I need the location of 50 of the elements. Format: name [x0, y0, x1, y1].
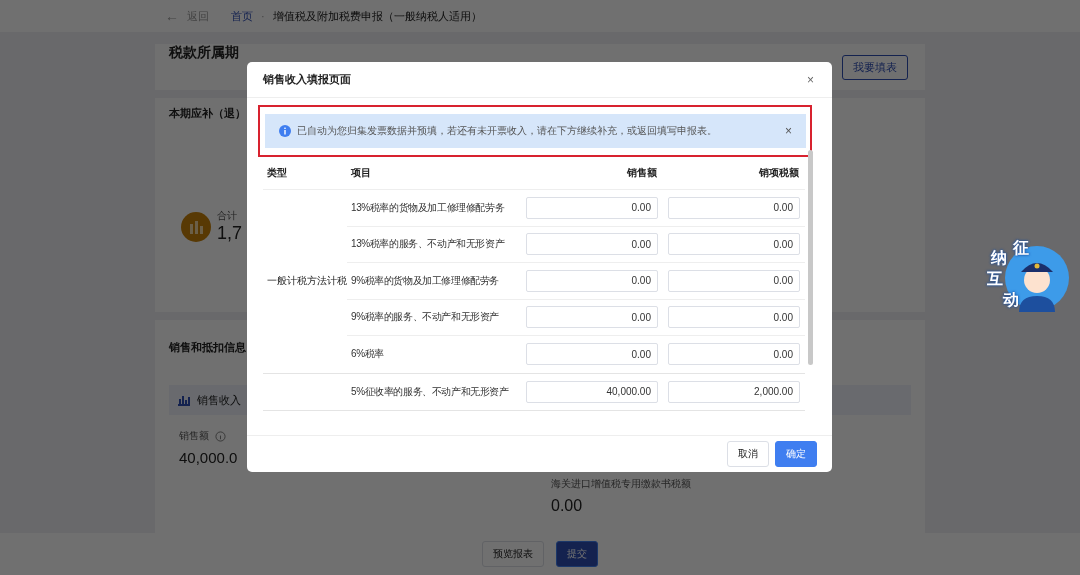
table-cell-text: 6%税率: [350, 347, 385, 362]
column-header: 项目: [350, 166, 372, 180]
column-header: 销售额: [626, 166, 658, 180]
chart-icon: [177, 394, 191, 406]
total-value: 1,7: [217, 223, 243, 244]
amount-field[interactable]: 0.00: [526, 306, 658, 329]
info-icon[interactable]: [215, 430, 226, 442]
column-header: 销项税额: [758, 166, 800, 180]
sales-tab[interactable]: 销售收入: [197, 392, 241, 408]
amount-field[interactable]: 0.00: [668, 306, 800, 329]
widget-character: 纳: [991, 248, 1007, 268]
close-button[interactable]: ×: [805, 72, 816, 87]
customs-label: 海关进口增值税专用缴款书税额: [551, 477, 691, 491]
customs-value: 0.00: [551, 497, 583, 515]
amount-field[interactable]: 0.00: [668, 196, 800, 219]
total-label: 合计: [217, 209, 237, 223]
amount-field[interactable]: 0.00: [526, 269, 658, 292]
table-cell-text: 9%税率的货物及加工修理修配劳务: [350, 273, 501, 288]
table-cell-text: 13%税率的货物及加工修理修配劳务: [350, 200, 506, 215]
bar-chart-icon: [181, 211, 211, 242]
amount-field[interactable]: 0.00: [526, 233, 658, 256]
widget-character: 互: [987, 269, 1003, 289]
amount-field[interactable]: 0.00: [526, 196, 658, 219]
payable-title: 本期应补（退）: [169, 106, 246, 121]
amount-field[interactable]: 2,000.00: [668, 380, 800, 403]
alert-message: 已自动为您归集发票数据并预填，若还有未开票收入，请在下方继续补充，或返回填写申报表。: [297, 124, 718, 138]
close-button[interactable]: ×: [785, 124, 792, 138]
sales-label: 销售额: [179, 429, 209, 443]
table-cell-text: 9%税率的服务、不动产和无形资产: [350, 310, 501, 325]
amount-field[interactable]: 0.00: [668, 269, 800, 292]
amount-field[interactable]: 0.00: [526, 343, 658, 366]
dialog-button[interactable]: 确定: [775, 441, 817, 467]
breadcrumb-current: 增值税及附加税费申报（一般纳税人适用）: [272, 8, 482, 24]
footer-button[interactable]: 预览报表: [482, 541, 544, 567]
amount-field[interactable]: 0.00: [668, 343, 800, 366]
amount-field[interactable]: 40,000.00: [526, 380, 658, 403]
info-icon: [279, 125, 291, 137]
dialog-title: 销售收入填报页面: [263, 72, 351, 87]
table-cell-text: 5%征收率的服务、不动产和无形资产: [350, 384, 510, 399]
period-label: 税款所属期: [169, 44, 239, 62]
breadcrumb-separator: ·: [261, 10, 265, 22]
amount-field[interactable]: 0.00: [668, 233, 800, 256]
table-cell-text: 13%税率的服务、不动产和无形资产: [350, 237, 506, 252]
dialog-button[interactable]: 取消: [727, 441, 769, 467]
sales-value: 40,000.0: [179, 449, 238, 466]
scrollbar[interactable]: [808, 150, 813, 365]
column-header: 类型: [266, 166, 288, 180]
section-title: 销售和抵扣信息: [169, 340, 246, 355]
table-cell: 一般计税方法计税: [267, 274, 347, 289]
widget-character: 动: [1003, 290, 1019, 310]
